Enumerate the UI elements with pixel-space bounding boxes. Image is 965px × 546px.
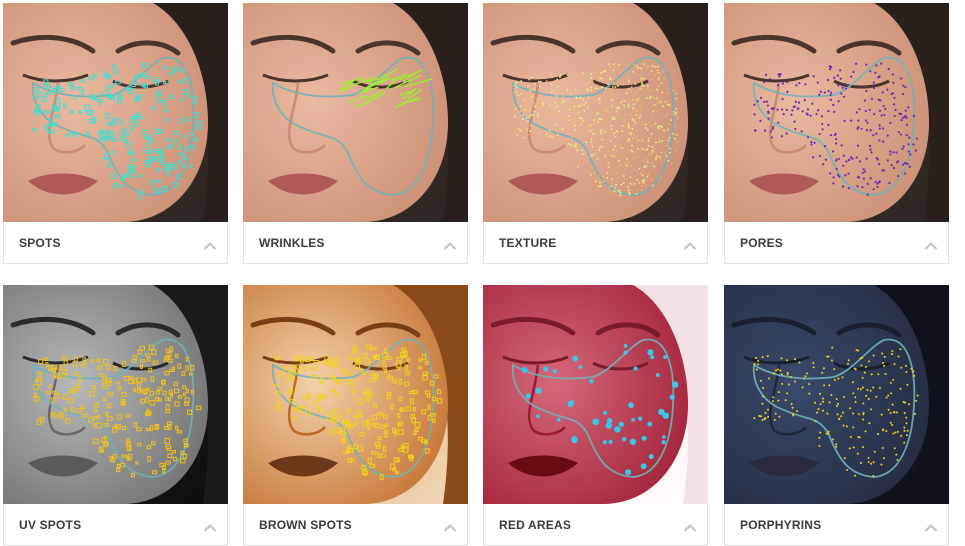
face-scan-image: [243, 285, 468, 504]
chevron-up-icon[interactable]: [924, 238, 938, 250]
card-toggle-bar[interactable]: UV SPOTS: [3, 504, 228, 546]
face-scan-image: [243, 3, 468, 222]
chevron-up-icon[interactable]: [443, 520, 457, 532]
face-scan-image: [3, 3, 228, 222]
card-label: UV SPOTS: [19, 517, 82, 532]
card-toggle-bar[interactable]: PORES: [724, 222, 949, 264]
card-label: PORPHYRINS: [740, 517, 822, 532]
chevron-up-icon[interactable]: [683, 520, 697, 532]
card-label: WRINKLES: [259, 235, 325, 250]
face-scan-image: [724, 3, 949, 222]
analysis-card-texture: TEXTURE: [483, 3, 708, 264]
chevron-up-icon[interactable]: [443, 238, 457, 250]
chevron-up-icon[interactable]: [203, 238, 217, 250]
card-label: BROWN SPOTS: [259, 517, 352, 532]
card-label: SPOTS: [19, 235, 61, 250]
card-toggle-bar[interactable]: TEXTURE: [483, 222, 708, 264]
analysis-card-uv-spots: UV SPOTS: [3, 285, 228, 546]
card-label: PORES: [740, 235, 784, 250]
card-toggle-bar[interactable]: WRINKLES: [243, 222, 468, 264]
card-label: RED AREAS: [499, 517, 572, 532]
card-toggle-bar[interactable]: SPOTS: [3, 222, 228, 264]
face-scan-image: [483, 3, 708, 222]
card-toggle-bar[interactable]: BROWN SPOTS: [243, 504, 468, 546]
analysis-card-pores: PORES: [724, 3, 949, 264]
analysis-card-red-areas: RED AREAS: [483, 285, 708, 546]
card-label: TEXTURE: [499, 235, 557, 250]
analysis-card-wrinkles: WRINKLES: [243, 3, 468, 264]
analysis-card-porphyrins: PORPHYRINS: [724, 285, 949, 546]
chevron-up-icon[interactable]: [683, 238, 697, 250]
face-scan-image: [483, 285, 708, 504]
chevron-up-icon[interactable]: [924, 520, 938, 532]
skin-analysis-grid: SPOTS WRINKLES TEXTURE PORES UV SPOTS BROWN S…: [0, 0, 965, 546]
face-scan-image: [724, 285, 949, 504]
analysis-card-spots: SPOTS: [3, 3, 228, 264]
card-toggle-bar[interactable]: RED AREAS: [483, 504, 708, 546]
analysis-card-brown-spots: BROWN SPOTS: [243, 285, 468, 546]
card-toggle-bar[interactable]: PORPHYRINS: [724, 504, 949, 546]
chevron-up-icon[interactable]: [203, 520, 217, 532]
face-scan-image: [3, 285, 228, 504]
